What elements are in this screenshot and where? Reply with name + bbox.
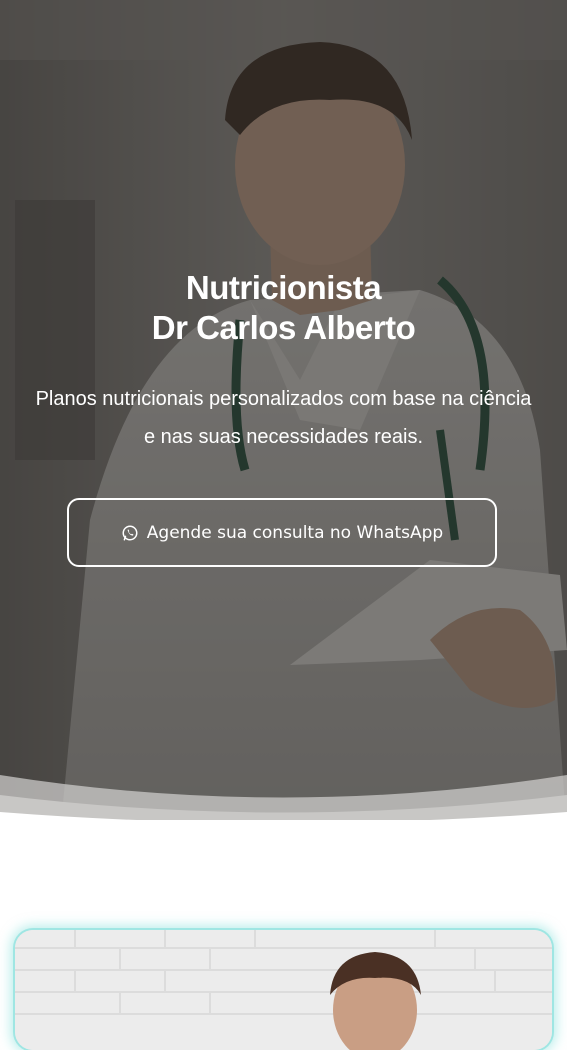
page-title: Nutricionista Dr Carlos Alberto — [0, 268, 567, 348]
hero-wave-divider — [0, 775, 567, 840]
hero-subtitle: Planos nutricionais personalizados com b… — [35, 388, 532, 448]
whatsapp-cta-button[interactable]: Agende sua consulta no WhatsApp — [67, 498, 497, 567]
brick-wall-photo — [15, 930, 552, 1050]
title-line-name: Dr Carlos Alberto — [151, 309, 416, 346]
whatsapp-icon — [122, 525, 138, 540]
title-line-profession: Nutricionista — [185, 269, 382, 306]
hero-section: Nutricionista Dr Carlos Alberto Planos n… — [0, 0, 567, 835]
whatsapp-cta-label: Agende sua consulta no WhatsApp — [146, 522, 444, 543]
about-photo-card — [15, 930, 552, 1050]
